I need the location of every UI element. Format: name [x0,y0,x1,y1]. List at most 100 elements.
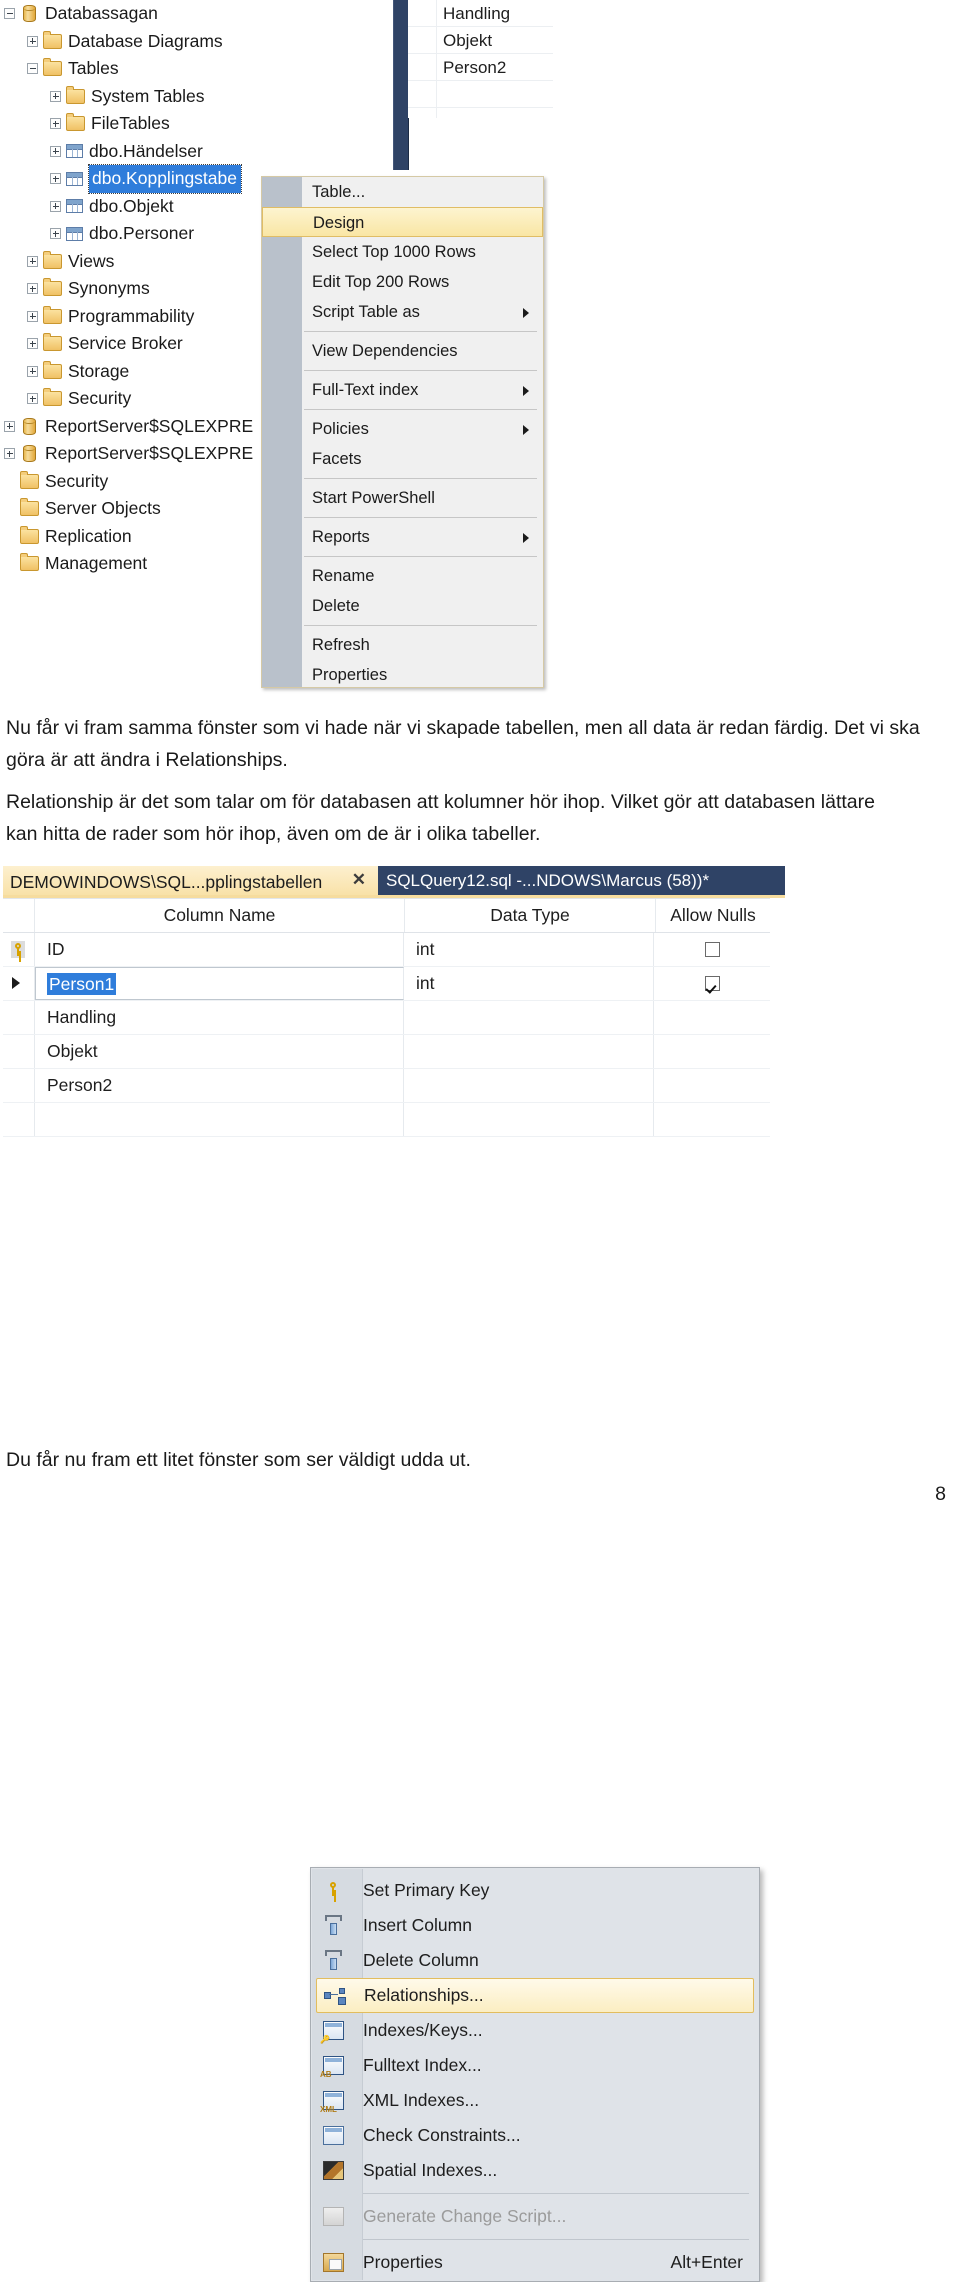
row-marker-cell[interactable] [3,933,35,966]
allow-nulls-cell[interactable] [654,967,770,1000]
menu-item[interactable]: Script Table as [302,297,543,327]
column-name-cell[interactable]: Person1 [35,967,404,1000]
expand-icon[interactable] [27,255,38,267]
menu-item[interactable]: Reports [302,522,543,552]
column-name-cell[interactable]: ID [35,933,404,966]
menu-item[interactable]: Rename [302,561,543,591]
menu-item[interactable]: View Dependencies [302,336,543,366]
menu-item[interactable]: 🔑 Indexes/Keys... [311,2013,759,2048]
expand-icon[interactable] [50,200,61,212]
row-marker-cell[interactable] [3,1069,35,1102]
table-row[interactable]: Person2 [3,1069,770,1103]
menu-item[interactable]: Edit Top 200 Rows [302,267,543,297]
menu-item[interactable]: Insert Column [311,1908,759,1943]
table-row[interactable]: Person1 int [3,967,770,1001]
tab-table-designer[interactable]: DEMOWINDOWS\SQL...pplingstabellen ✕ [3,866,378,898]
allow-nulls-cell[interactable] [654,1103,770,1136]
menu-item-list[interactable]: Set Primary Key Insert Column Delete Colum… [311,1873,759,2281]
table-context-menu[interactable]: Table... Design Select Top 1000 Rows Edit T… [261,176,544,688]
tree-item-label: System Tables [91,85,205,106]
collapse-icon[interactable] [27,63,38,75]
column-context-menu[interactable]: Set Primary Key Insert Column Delete Colum… [310,1867,760,2282]
expand-icon[interactable] [4,448,15,460]
expand-icon[interactable] [50,228,61,240]
menu-item[interactable]: Table... [302,177,543,207]
grid-body[interactable]: ID int Person1 int Handling Objekt Person2 [3,933,770,1137]
column-name-cell[interactable] [35,1103,404,1136]
submenu-arrow-icon [523,425,529,435]
table-row[interactable]: Objekt [3,1035,770,1069]
expand-icon[interactable] [50,173,61,185]
menu-item[interactable]: Policies [302,414,543,444]
expand-icon[interactable] [27,393,38,405]
row-marker-cell[interactable] [3,1035,35,1068]
column-name-value: Objekt [47,1041,98,1061]
collapse-icon[interactable] [4,8,15,20]
allow-nulls-cell[interactable] [654,933,770,966]
tree-item-label: FileTables [91,113,170,133]
column-name-cell[interactable]: Person2 [35,1069,404,1102]
database-icon [23,445,36,463]
menu-item[interactable]: Delete [302,591,543,621]
close-icon[interactable]: ✕ [352,870,366,890]
expand-icon[interactable] [27,35,38,47]
menu-item[interactable]: Check Constraints... [311,2118,759,2153]
expand-icon[interactable] [4,420,15,432]
allow-nulls-cell[interactable] [654,1001,770,1034]
menu-item[interactable]: Select Top 1000 Rows [302,237,543,267]
tab-sql-query[interactable]: SQLQuery12.sql -...NDOWS\Marcus (58))* [378,866,785,895]
allow-nulls-cell[interactable] [654,1069,770,1102]
menu-item[interactable]: Set Primary Key [311,1873,759,1908]
editor-tab-strip[interactable]: DEMOWINDOWS\SQL...pplingstabellen ✕ SQLQ… [3,866,785,898]
table-row[interactable] [3,1103,770,1137]
data-type-cell[interactable]: int [404,933,654,966]
allow-nulls-cell[interactable] [654,1035,770,1068]
expand-icon[interactable] [27,365,38,377]
menu-item[interactable]: Relationships... [316,1978,754,2013]
menu-item[interactable]: AB Fulltext Index... [311,2048,759,2083]
tree-item[interactable]: System Tables [0,83,400,111]
submenu-arrow-icon [523,386,529,396]
column-name-cell[interactable]: Handling [35,1001,404,1034]
expand-icon[interactable] [50,118,61,130]
allow-nulls-checkbox[interactable] [704,942,720,957]
tree-item[interactable]: Tables [0,55,400,83]
menu-item-list[interactable]: Table... Design Select Top 1000 Rows Edit T… [262,177,543,690]
menu-item[interactable]: Facets [302,444,543,474]
tree-item[interactable]: dbo.Händelser [0,138,400,166]
menu-item[interactable]: Properties Alt+Enter [311,2245,759,2280]
folder-icon [43,30,62,49]
menu-item[interactable]: Refresh [302,630,543,660]
data-type-cell[interactable] [404,1035,654,1068]
expand-icon[interactable] [27,338,38,350]
menu-item[interactable]: Design [262,207,543,237]
menu-item[interactable]: Delete Column [311,1943,759,1978]
tree-item[interactable]: Databassagan [0,0,400,28]
table-row[interactable]: ID int [3,933,770,967]
row-marker-cell[interactable] [3,967,35,1000]
row-marker-cell[interactable] [3,1103,35,1136]
column-grid[interactable]: Column Name Data Type Allow Nulls ID int P… [3,898,770,1198]
menu-item[interactable]: XML XML Indexes... [311,2083,759,2118]
page-number: 8 [935,1483,946,1505]
allow-nulls-checkbox[interactable] [704,976,720,991]
expand-icon[interactable] [27,283,38,295]
menu-item[interactable]: Spatial Indexes... [311,2153,759,2188]
column-name-cell[interactable]: Objekt [35,1035,404,1068]
menu-item[interactable]: Properties [302,660,543,690]
data-type-cell[interactable] [404,1069,654,1102]
menu-item-label: Properties [312,666,388,684]
expand-icon[interactable] [50,90,61,102]
expand-icon[interactable] [27,310,38,322]
data-type-cell[interactable]: int [404,967,654,1000]
tree-item[interactable]: FileTables [0,110,400,138]
row-marker-cell[interactable] [3,1001,35,1034]
data-type-cell[interactable] [404,1001,654,1034]
expand-icon[interactable] [50,145,61,157]
tree-item[interactable]: Database Diagrams [0,28,400,56]
menu-item[interactable]: Full-Text index [302,375,543,405]
data-type-cell[interactable] [404,1103,654,1136]
menu-item[interactable]: Start PowerShell [302,483,543,513]
table-row[interactable]: Handling [3,1001,770,1035]
